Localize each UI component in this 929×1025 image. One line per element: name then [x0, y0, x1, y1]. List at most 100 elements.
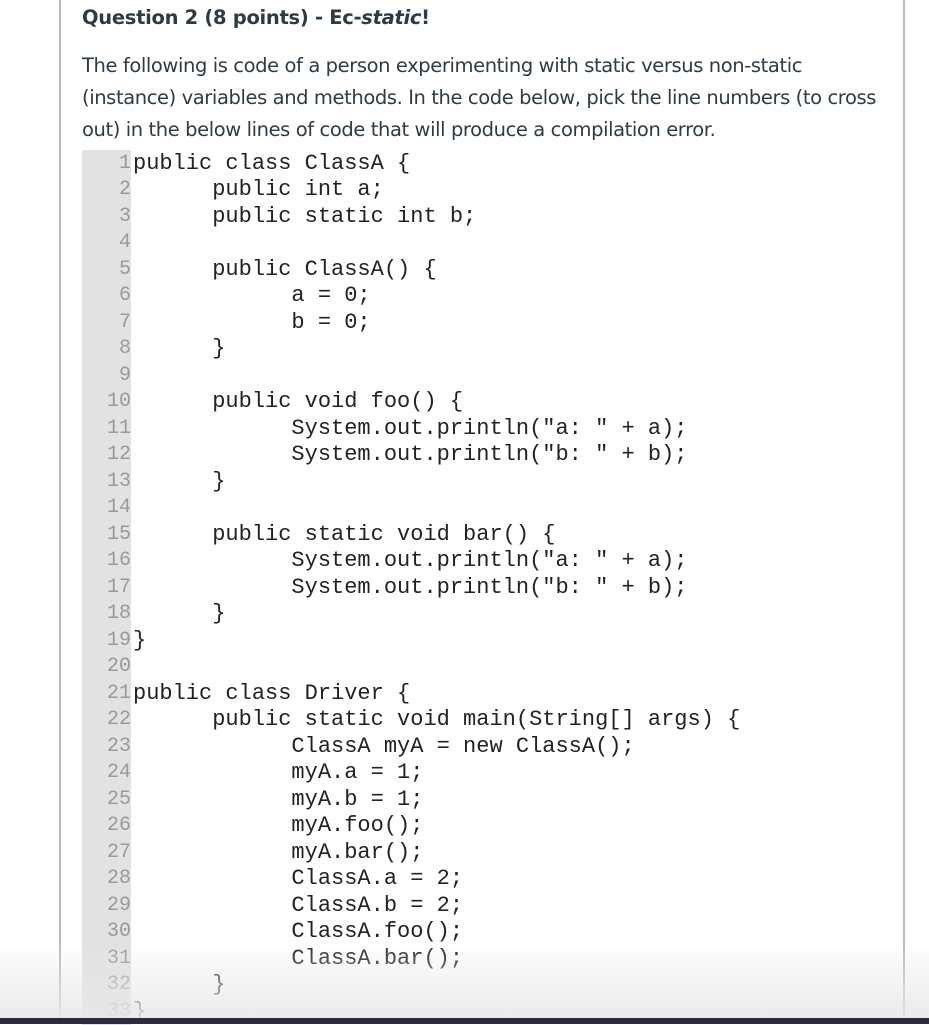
- code-line: 29 ClassA.b = 2;: [82, 892, 740, 919]
- code-line: 1 public class ClassA {: [82, 150, 740, 177]
- bottom-bar: [0, 1018, 929, 1024]
- code-text: public static void bar() {: [133, 521, 556, 547]
- question-prompt: The following is code of a person experi…: [82, 50, 882, 146]
- line-number: 8: [82, 335, 131, 362]
- code-text: }: [133, 601, 226, 627]
- line-number-text: 3: [118, 204, 131, 228]
- question-title-prefix: Question 2 (8 points) - Ec-: [82, 6, 362, 29]
- line-number: 26: [82, 812, 131, 839]
- line-number-text: 28: [106, 867, 131, 891]
- code-text: myA.b = 1;: [133, 786, 424, 812]
- line-number-text: 1: [118, 151, 131, 175]
- line-number: 19: [82, 627, 131, 654]
- question-title-suffix: !: [421, 6, 430, 29]
- line-number: 12: [82, 441, 131, 468]
- code-line: 26 myA.foo();: [82, 812, 740, 839]
- code-line: 22 public static void main(String[] args…: [82, 706, 740, 733]
- line-number-text: 11: [106, 416, 131, 440]
- line-number-text: 16: [106, 549, 131, 573]
- code-line: 4: [82, 229, 740, 256]
- code-text: myA.bar();: [133, 839, 424, 865]
- line-number: 28: [82, 865, 131, 892]
- code-text: public static int b;: [133, 203, 477, 229]
- line-number: 18: [82, 600, 131, 627]
- line-number-text: 32: [106, 973, 131, 997]
- line-number: 5: [82, 256, 131, 283]
- code-line: 19}: [82, 627, 740, 654]
- line-number-text: 15: [106, 522, 131, 546]
- code-text: }: [133, 627, 147, 653]
- question-title-emphasis: static: [361, 6, 422, 29]
- code-line: 16 System.out.println("a: " + a);: [82, 547, 740, 574]
- line-number-text: 17: [106, 575, 131, 599]
- code-line: 24 myA.a = 1;: [82, 759, 740, 786]
- code-line: 9: [82, 362, 740, 389]
- code-listing: 1 public class ClassA {2 public int a; 3 p…: [82, 150, 740, 1025]
- line-number: 32: [82, 971, 131, 998]
- line-number: 11: [82, 415, 131, 442]
- code-text: myA.foo();: [133, 813, 424, 839]
- code-text: public int a;: [133, 177, 384, 203]
- line-number: 31: [82, 945, 131, 972]
- line-number-text: 12: [106, 443, 131, 467]
- line-number: 9: [82, 362, 131, 389]
- code-text: ClassA myA = new ClassA();: [133, 733, 635, 759]
- code-text: System.out.println("a: " + a);: [133, 415, 688, 441]
- code-text: public class ClassA {: [133, 150, 411, 176]
- line-number-text: 7: [118, 310, 131, 334]
- code-text: }: [133, 468, 226, 494]
- line-number: 27: [82, 839, 131, 866]
- code-line: 23 ClassA myA = new ClassA();: [82, 733, 740, 760]
- line-number-text: 2: [118, 178, 131, 202]
- line-number: 16: [82, 547, 131, 574]
- code-line: 15 public static void bar() {: [82, 521, 740, 548]
- code-text: public class Driver {: [133, 680, 411, 706]
- line-number-text: 25: [106, 787, 131, 811]
- code-line: 28 ClassA.a = 2;: [82, 865, 740, 892]
- code-line: 27 myA.bar();: [82, 839, 740, 866]
- code-line: 17 System.out.println("b: " + b);: [82, 574, 740, 601]
- line-number: 15: [82, 521, 131, 548]
- line-number-text: 13: [106, 469, 131, 493]
- code-text: ClassA.foo();: [133, 919, 464, 945]
- question-title: Question 2 (8 points) - Ec-static!: [82, 6, 430, 29]
- code-line: 7 b = 0;: [82, 309, 740, 336]
- line-number: 4: [82, 229, 131, 256]
- line-number: 2: [82, 176, 131, 203]
- line-number: 3: [82, 203, 131, 230]
- code-line: 3 public static int b;: [82, 203, 740, 230]
- line-number-text: 10: [106, 390, 131, 414]
- code-line: 30 ClassA.foo();: [82, 918, 740, 945]
- prompt-line: (instance) variables and methods. In the…: [82, 86, 876, 109]
- code-line: 12 System.out.println("b: " + b);: [82, 441, 740, 468]
- line-number-text: 6: [118, 284, 131, 308]
- code-line: 11 System.out.println("a: " + a);: [82, 415, 740, 442]
- line-number: 30: [82, 918, 131, 945]
- line-number: 23: [82, 733, 131, 760]
- code-line: 21 public class Driver {: [82, 680, 740, 707]
- line-number-text: 23: [106, 734, 131, 758]
- code-text: public void foo() {: [133, 389, 464, 415]
- code-line: 2 public int a;: [82, 176, 740, 203]
- line-number: 25: [82, 786, 131, 813]
- line-number: 22: [82, 706, 131, 733]
- code-text: ClassA.a = 2;: [133, 866, 464, 892]
- code-text: ClassA.b = 2;: [133, 892, 464, 918]
- line-number-text: 26: [106, 814, 131, 838]
- code-line: 8 }: [82, 335, 740, 362]
- line-number: 10: [82, 388, 131, 415]
- line-number-text: 20: [106, 655, 131, 679]
- line-number: 29: [82, 892, 131, 919]
- line-number: 1: [82, 150, 131, 177]
- line-number: 13: [82, 468, 131, 495]
- code-text: System.out.println("b: " + b);: [133, 574, 688, 600]
- code-text: System.out.println("b: " + b);: [133, 442, 688, 468]
- code-line: 13 }: [82, 468, 740, 495]
- line-number: 20: [82, 653, 131, 680]
- line-number: 14: [82, 494, 131, 521]
- line-number-text: 29: [106, 893, 131, 917]
- content-right-border: [903, 0, 905, 1024]
- prompt-line: out) in the below lines of code that wil…: [82, 118, 716, 141]
- code-text: a = 0;: [133, 283, 371, 309]
- line-number-text: 22: [106, 708, 131, 732]
